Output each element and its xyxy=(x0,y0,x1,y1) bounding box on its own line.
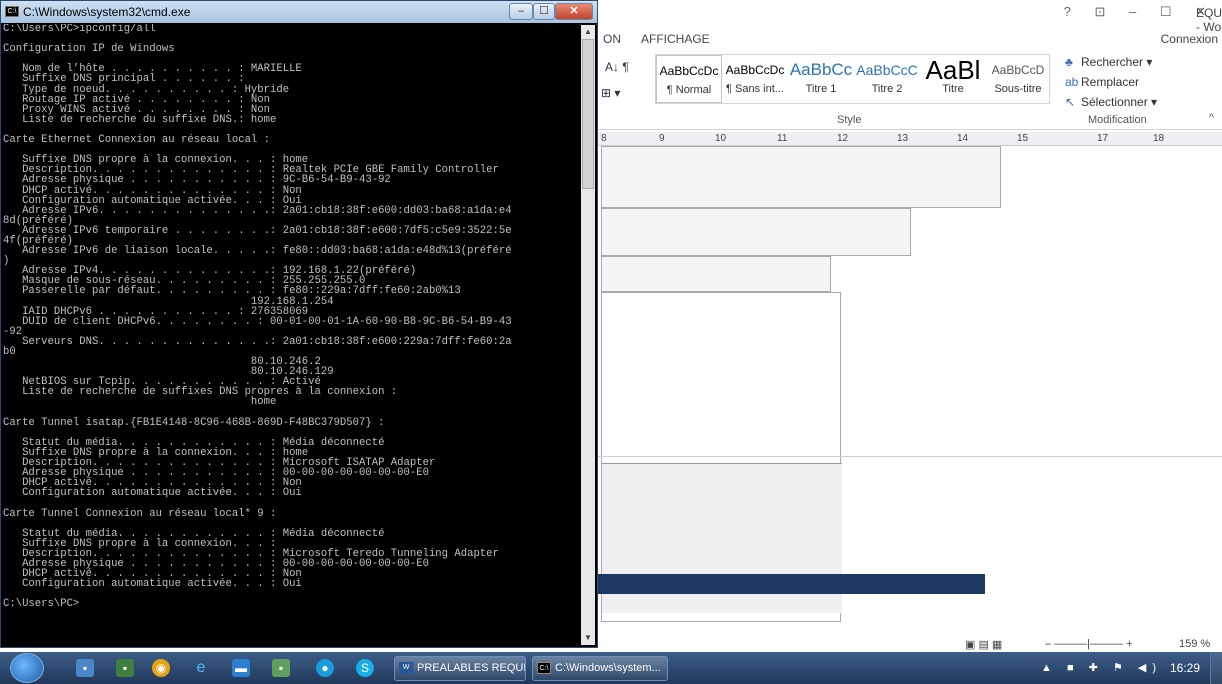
console-line: Adresse IPv6. . . . . . . . . . . . . .:… xyxy=(3,204,512,217)
group-label-style: Style xyxy=(837,114,862,126)
tab-view[interactable]: ON xyxy=(603,32,621,46)
document-area[interactable] xyxy=(595,146,1222,638)
taskbar: ▪ ▪ ◉ e ▬ ▪ ● S WPREALABLES REQUIS... C:… xyxy=(0,652,1222,684)
maximize-button[interactable]: ☐ xyxy=(533,3,555,20)
sort-icon[interactable]: A↓ ¶ xyxy=(605,60,629,74)
scroll-down-icon[interactable]: ▼ xyxy=(581,631,595,645)
collapse-ribbon-icon[interactable]: ^ xyxy=(1209,112,1214,124)
recursive-screenshot-3 xyxy=(601,256,831,292)
show-desktop-button[interactable] xyxy=(1210,652,1222,684)
word-ribbon-tabs: ON AFFICHAGE Connexion xyxy=(595,26,1222,48)
app-icon[interactable]: ▪ xyxy=(116,659,134,677)
cmd-window[interactable]: C:\ C:\Windows\system32\cmd.exe – ☐ ✕ C:… xyxy=(0,0,598,648)
cmd-titlebar[interactable]: C:\ C:\Windows\system32\cmd.exe – ☐ ✕ xyxy=(1,1,597,23)
style-titre1[interactable]: AaBbCc Titre 1 xyxy=(788,55,854,103)
style-normal[interactable]: AaBbCcDc ¶ Normal xyxy=(656,55,722,103)
folder-icon[interactable]: ▪ xyxy=(272,659,290,677)
console-line: C:\Users\PC> xyxy=(3,598,80,611)
minimize-button[interactable]: – xyxy=(509,3,533,20)
borders-icon[interactable]: ⊞ ▾ xyxy=(601,86,620,100)
word-ribbon: A↓ ¶ ⊞ ▾ AaBbCcDc ¶ Normal AaBbCcDc ¶ Sans… xyxy=(595,48,1222,130)
browser-icon[interactable]: ● xyxy=(316,659,334,677)
console-line: Carte Tunnel Connexion au réseau local* … xyxy=(3,507,277,520)
tab-affichage[interactable]: AFFICHAGE xyxy=(641,32,710,46)
recursive-screenshot-1 xyxy=(601,146,1001,208)
word-titlebar[interactable]: EQUIS.docx - Word ? ⊡ – ☐ ✕ xyxy=(595,0,1222,34)
cmd-scrollbar[interactable]: ▲ ▼ xyxy=(581,25,595,645)
clock[interactable]: 16:29 xyxy=(1170,661,1200,675)
nested-taskbar xyxy=(595,574,985,594)
cmd-app-icon: C:\ xyxy=(5,6,19,17)
explorer-icon[interactable]: ▪ xyxy=(76,659,94,677)
style-sous-titre[interactable]: AaBbCcD Sous-titre xyxy=(986,55,1050,103)
word-icon: W xyxy=(399,662,413,674)
group-label-edit: Modification xyxy=(1088,114,1147,126)
select-button[interactable]: ↖ Sélectionner ▾ xyxy=(1065,92,1215,112)
system-tray[interactable]: ▲ ■ ✚ ⚑ ◀) xyxy=(1041,661,1162,674)
view-buttons[interactable]: ▣ ▤ ▦ xyxy=(965,638,1002,651)
console-line: C:\Users\PC>ipconfig/all xyxy=(3,24,156,35)
console-line: Serveurs DNS. . . . . . . . . . . . . .:… xyxy=(3,335,512,348)
scroll-up-icon[interactable]: ▲ xyxy=(581,25,595,39)
console-line: Adresse physique . . . . . . . . . . . :… xyxy=(3,174,391,187)
word-statusbar: ▣ ▤ ▦ – ———|——— + 159 % xyxy=(595,638,1222,652)
ie-icon[interactable]: e xyxy=(192,659,210,677)
editing-group: ♣ Rechercher ▾ ab Remplacer ↖ Sélectionner … xyxy=(1065,52,1215,112)
zoom-level[interactable]: 159 % xyxy=(1179,638,1210,650)
style-sans-interligne[interactable]: AaBbCcDc ¶ Sans int... xyxy=(722,55,788,103)
replace-button[interactable]: ab Remplacer xyxy=(1065,72,1215,92)
close-button[interactable]: ✕ xyxy=(555,3,593,20)
word-window-controls[interactable]: ? ⊡ – ☐ ✕ xyxy=(1064,4,1216,20)
recursive-screenshot-2 xyxy=(601,208,911,256)
console-line: Liste de recherche du suffixe DNS.: home xyxy=(3,113,277,126)
taskbar-cmd[interactable]: C:\ C:\Windows\system... xyxy=(532,656,668,681)
cursor-icon: ↖ xyxy=(1065,95,1076,109)
console-line: Adresse IPv6 de liaison locale. . . . .:… xyxy=(3,245,512,258)
cmd-icon: C:\ xyxy=(537,662,551,674)
console-line: home xyxy=(3,396,277,409)
taskbar-word[interactable]: WPREALABLES REQUIS... xyxy=(394,656,526,681)
horizontal-ruler: 8 9 10 11 12 13 14 15 17 18 xyxy=(595,132,1222,146)
zoom-slider[interactable]: – ———|——— + xyxy=(1045,638,1133,650)
replace-icon: ab xyxy=(1065,75,1079,89)
start-button[interactable] xyxy=(10,653,44,683)
console-line: Configuration automatique activée. . . :… xyxy=(3,487,302,500)
style-titre[interactable]: AaBl Titre xyxy=(920,55,986,103)
console-output[interactable]: C:\Users\PC>ipconfig/all Configuration IP… xyxy=(3,24,581,646)
style-titre2[interactable]: AaBbCcC Titre 2 xyxy=(854,55,920,103)
find-button[interactable]: ♣ Rechercher ▾ xyxy=(1065,52,1215,72)
mail-icon[interactable]: ▬ xyxy=(232,659,250,677)
console-line: Carte Ethernet Connexion au réseau local… xyxy=(3,134,271,147)
console-line: Adresse IPv6 temporaire . . . . . . . .:… xyxy=(3,224,512,237)
styles-gallery[interactable]: AaBbCcDc ¶ Normal AaBbCcDc ¶ Sans int... A… xyxy=(655,54,1050,104)
scroll-thumb[interactable] xyxy=(582,39,594,189)
console-line: Configuration IP de Windows xyxy=(3,43,175,56)
connexion-link[interactable]: Connexion xyxy=(1161,32,1218,46)
console-line: Configuration automatique activée. . . :… xyxy=(3,578,302,591)
cmd-window-title: C:\Windows\system32\cmd.exe xyxy=(23,5,191,19)
console-line: DUID de client DHCPv6. . . . . . . . : 0… xyxy=(3,315,512,328)
console-line: Carte Tunnel isatap.{FB1E4148-8C96-468B-… xyxy=(3,416,385,429)
skype-icon[interactable]: S xyxy=(356,659,374,677)
binoculars-icon: ♣ xyxy=(1065,55,1073,69)
chrome-icon[interactable]: ◉ xyxy=(152,659,170,677)
